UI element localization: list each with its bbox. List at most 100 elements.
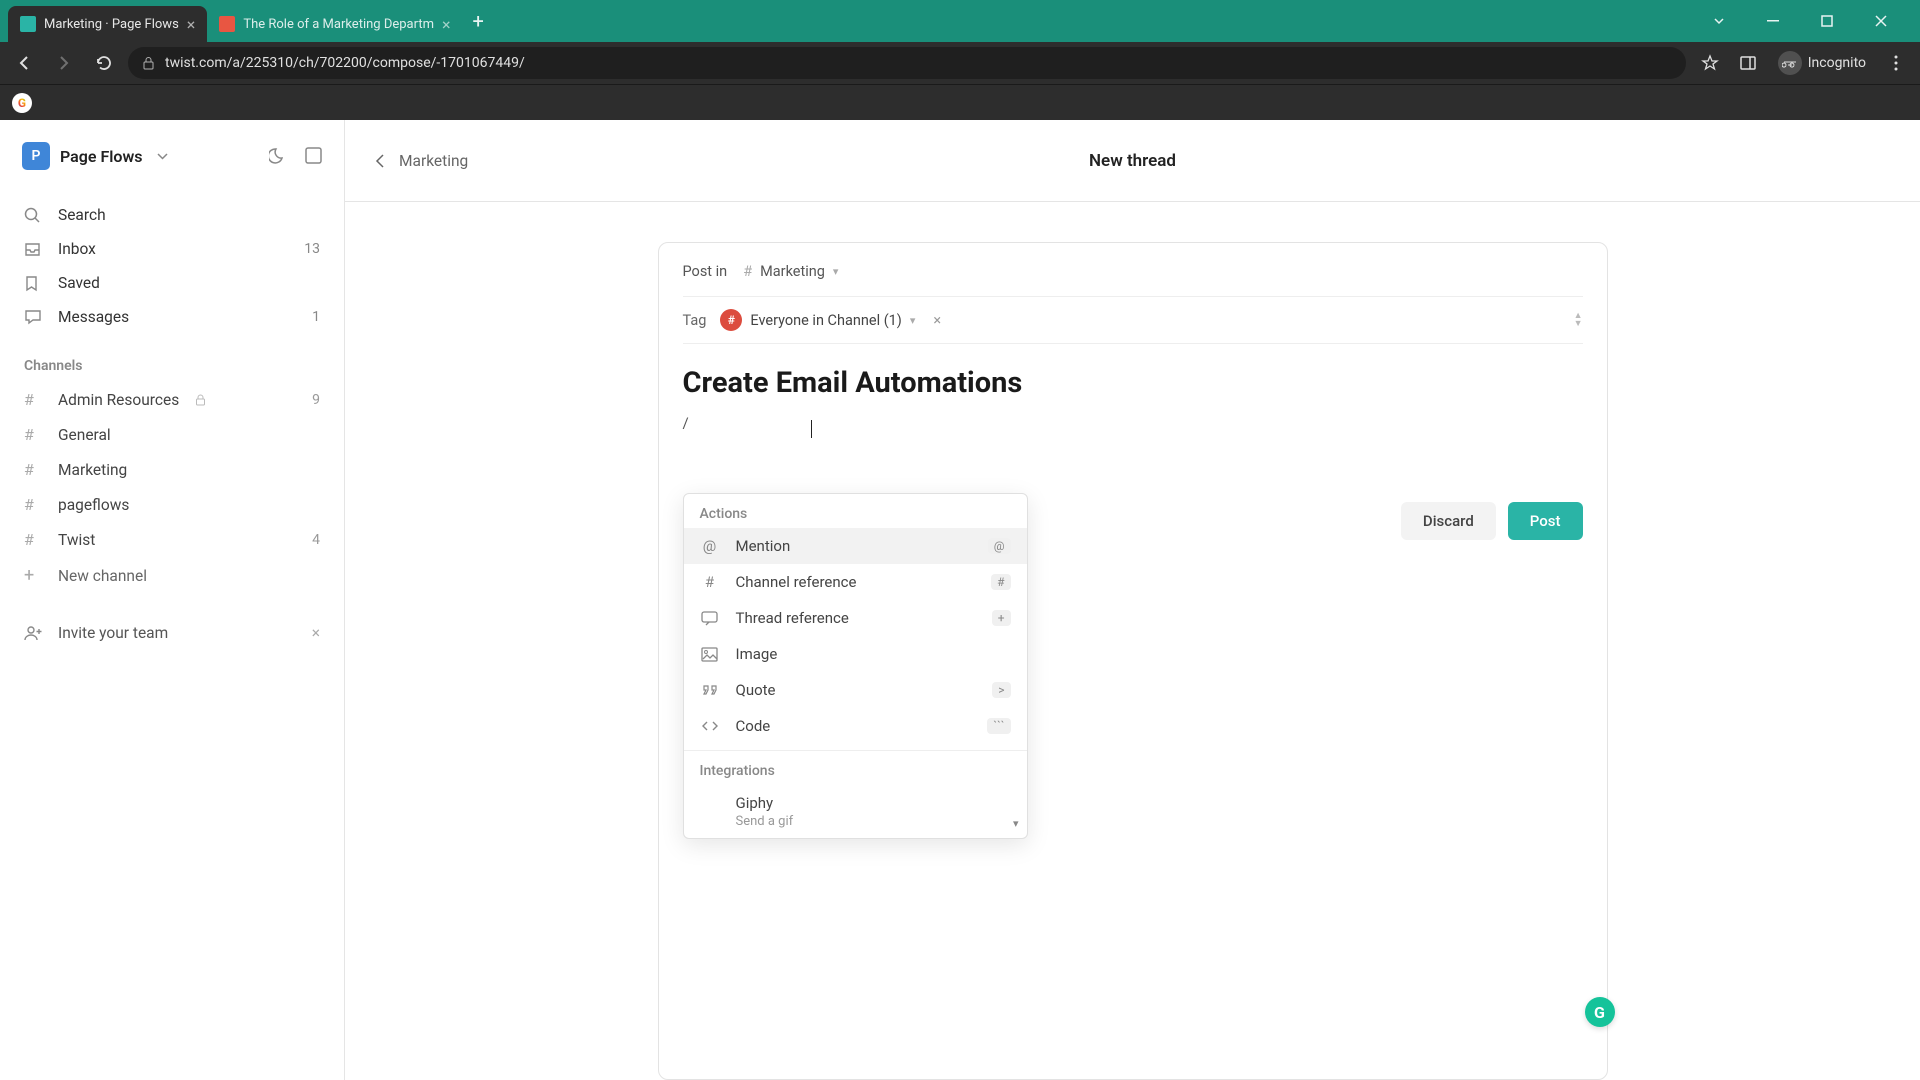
close-icon[interactable]: × <box>312 624 320 642</box>
back-label: Marketing <box>399 152 468 170</box>
chevron-down-icon[interactable] <box>157 153 168 160</box>
nav-label: Search <box>58 206 106 224</box>
nav-messages[interactable]: Messages 1 <box>0 300 344 334</box>
channel-general[interactable]: # General <box>0 417 344 452</box>
incognito-label: Incognito <box>1808 55 1866 71</box>
tab-title: Marketing · Page Flows <box>44 17 179 32</box>
compose-card: Post in # Marketing ▾ Tag # Everyone in … <box>658 242 1608 1080</box>
nav-count: 1 <box>312 309 320 325</box>
nav-search[interactable]: Search <box>0 198 344 232</box>
nav-count: 13 <box>304 241 320 257</box>
maximize-button[interactable] <box>1804 5 1850 37</box>
new-channel-button[interactable]: + New channel <box>0 557 344 594</box>
new-tab-button[interactable]: + <box>463 5 494 37</box>
back-to-channel-link[interactable]: Marketing <box>375 152 468 170</box>
thread-icon <box>700 611 720 626</box>
moon-icon[interactable] <box>269 147 287 165</box>
slash-shortcut: @ <box>988 538 1011 554</box>
channel-pageflows[interactable]: # pageflows <box>0 487 344 522</box>
thread-body-input[interactable]: / <box>683 410 1583 440</box>
page-title: New thread <box>1089 151 1176 171</box>
nav-inbox[interactable]: Inbox 13 <box>0 232 344 266</box>
quote-icon <box>700 684 720 696</box>
invite-label: Invite your team <box>58 624 168 642</box>
hash-icon: # <box>24 460 44 479</box>
people-plus-icon <box>24 625 44 641</box>
main-content: Marketing New thread Post in # Marketing… <box>345 120 1920 1080</box>
browser-tab[interactable]: The Role of a Marketing Departm × <box>207 6 462 42</box>
menu-icon[interactable] <box>1880 47 1912 79</box>
slash-item-label: Code <box>736 717 771 735</box>
tab-bar: Marketing · Page Flows × The Role of a M… <box>0 0 1920 42</box>
slash-item-channel-reference[interactable]: # Channel reference # <box>684 564 1027 600</box>
chevron-down-icon[interactable] <box>1696 5 1742 37</box>
nav-saved[interactable]: Saved <box>0 266 344 300</box>
reload-button[interactable] <box>88 47 120 79</box>
channel-count: 4 <box>312 532 320 548</box>
workspace-switcher[interactable]: P Page Flows <box>0 142 344 192</box>
code-icon <box>700 719 720 733</box>
search-icon <box>24 207 44 224</box>
channel-count: 9 <box>312 392 320 408</box>
url-input[interactable]: twist.com/a/225310/ch/702200/compose/-17… <box>128 47 1686 79</box>
close-icon[interactable]: × <box>442 15 451 34</box>
sidebar: P Page Flows Search Inbox 13 Saved <box>0 120 345 1080</box>
slash-item-giphy[interactable]: Giphy Send a gif <box>684 785 1027 838</box>
bookmark-star-icon[interactable] <box>1694 47 1726 79</box>
close-button[interactable] <box>1858 5 1904 37</box>
image-icon <box>700 647 720 662</box>
chevron-down-icon: ▾ <box>833 265 839 278</box>
slash-item-quote[interactable]: Quote > <box>684 672 1027 708</box>
channel-selector[interactable]: # Marketing ▾ <box>743 263 838 280</box>
thread-title-input[interactable]: Create Email Automations <box>683 344 1583 410</box>
tag-row: Tag # Everyone in Channel (1) ▾ × ▲▼ <box>683 296 1583 344</box>
panel-icon[interactable] <box>1732 47 1764 79</box>
checkbox-icon[interactable] <box>305 147 322 165</box>
remove-tag-button[interactable]: × <box>933 312 941 329</box>
workspace-name: Page Flows <box>60 147 143 166</box>
favicon-icon <box>20 16 36 32</box>
google-bookmark-icon[interactable]: G <box>12 93 32 113</box>
new-channel-label: New channel <box>58 567 147 585</box>
inbox-icon <box>24 241 44 258</box>
messages-icon <box>24 309 44 325</box>
channel-selector-label: Marketing <box>760 263 825 280</box>
slash-item-label: Mention <box>736 537 791 555</box>
slash-item-image[interactable]: Image <box>684 636 1027 672</box>
browser-tab-active[interactable]: Marketing · Page Flows × <box>8 6 207 42</box>
sort-toggle[interactable]: ▲▼ <box>1574 312 1583 328</box>
channel-name: pageflows <box>58 496 129 514</box>
channel-twist[interactable]: # Twist 4 <box>0 522 344 557</box>
nav-label: Messages <box>58 308 129 326</box>
chevron-left-icon <box>375 153 385 169</box>
window-controls <box>1696 5 1912 37</box>
slash-item-code[interactable]: Code ``` <box>684 708 1027 744</box>
discard-button[interactable]: Discard <box>1401 502 1496 540</box>
incognito-indicator[interactable]: Incognito <box>1770 47 1874 79</box>
post-button[interactable]: Post <box>1508 502 1583 540</box>
main-header: Marketing New thread <box>345 120 1920 202</box>
channel-marketing[interactable]: # Marketing <box>0 452 344 487</box>
grammarly-badge[interactable]: G <box>1585 997 1615 1027</box>
close-icon[interactable]: × <box>187 15 196 34</box>
nav-label: Inbox <box>58 240 96 258</box>
hash-icon: # <box>24 425 44 444</box>
forward-button[interactable] <box>48 47 80 79</box>
tag-text: Everyone in Channel (1) <box>750 312 901 329</box>
channel-list: # Admin Resources 9 # General # Marketin… <box>0 382 344 594</box>
slash-item-mention[interactable]: @ Mention @ <box>684 528 1027 564</box>
chevron-down-icon: ▾ <box>910 314 916 327</box>
chevron-down-icon[interactable]: ▾ <box>1013 817 1019 830</box>
slash-item-thread-reference[interactable]: Thread reference + <box>684 600 1027 636</box>
slash-shortcut: # <box>991 574 1010 590</box>
tag-chip[interactable]: # Everyone in Channel (1) ▾ <box>720 309 915 331</box>
nav-list: Search Inbox 13 Saved Messages 1 <box>0 192 344 340</box>
slash-shortcut: ``` <box>987 718 1010 734</box>
slash-section-integrations: Integrations <box>684 751 1027 785</box>
minimize-button[interactable] <box>1750 5 1796 37</box>
hash-icon: # <box>24 390 44 409</box>
back-button[interactable] <box>8 47 40 79</box>
invite-team-button[interactable]: Invite your team × <box>0 610 344 656</box>
channel-admin-resources[interactable]: # Admin Resources 9 <box>0 382 344 417</box>
plus-icon: + <box>24 565 44 586</box>
